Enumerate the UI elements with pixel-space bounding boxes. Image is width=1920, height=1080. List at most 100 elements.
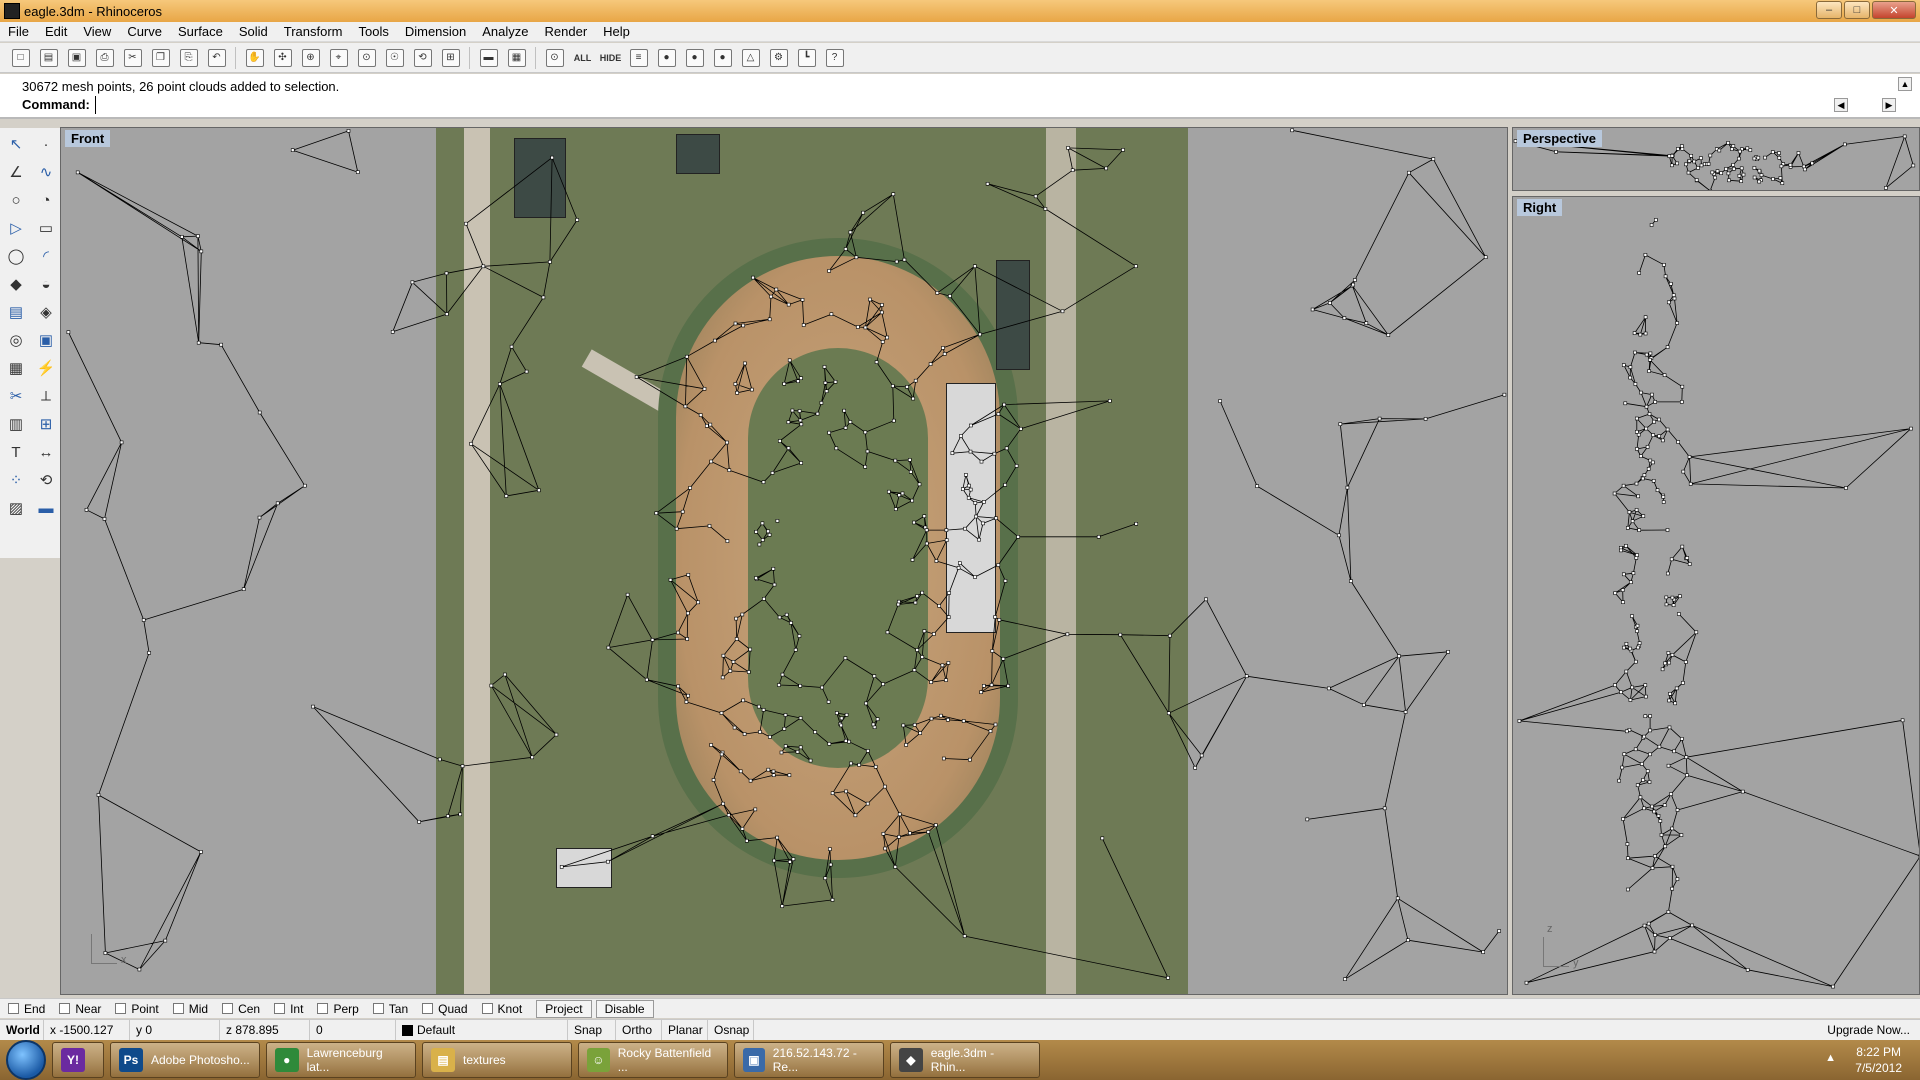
task-remote[interactable]: ▣ 216.52.143.72 - Re... (734, 1042, 884, 1078)
point-icon[interactable]: · (34, 132, 58, 156)
osnap-tan-checkbox[interactable] (372, 1003, 384, 1014)
menu-help[interactable]: Help (595, 24, 638, 39)
task-explorer[interactable]: ▤ textures (422, 1042, 572, 1078)
right-viewport-label[interactable]: Right (1517, 199, 1563, 216)
dimension-icon[interactable]: ↔ (34, 440, 58, 464)
analyze-icon[interactable]: ▨ (4, 496, 28, 520)
color-wheel-button[interactable]: ● (654, 45, 679, 70)
menu-curve[interactable]: Curve (119, 24, 170, 39)
patch-icon[interactable]: ◒ (34, 272, 58, 296)
osnap-point[interactable]: Point (115, 1002, 159, 1016)
zoom-dynamic-button[interactable]: ⊕ (298, 45, 323, 70)
osnap-int[interactable]: Int (274, 1002, 303, 1016)
group-icon[interactable]: ▥ (4, 412, 28, 436)
menu-transform[interactable]: Transform (276, 24, 351, 39)
tray-expand-icon[interactable]: ▲ (1825, 1052, 1836, 1064)
snap-toggle[interactable]: Snap (568, 1020, 616, 1040)
hide-button[interactable]: HIDE (598, 45, 623, 70)
project-button[interactable]: Project (536, 999, 592, 1018)
osnap-near-checkbox[interactable] (59, 1003, 71, 1014)
maximize-button[interactable]: □ (1844, 1, 1870, 19)
pan-button[interactable]: ✋ (242, 45, 267, 70)
cplane-indicator[interactable]: World (0, 1020, 44, 1040)
new-button[interactable]: □ (8, 45, 33, 70)
front-viewport[interactable]: Front x (60, 127, 1508, 995)
menu-file[interactable]: File (0, 24, 37, 39)
cylinder-icon[interactable]: ◎ (4, 328, 28, 352)
undo-view-button[interactable]: ⟲ (410, 45, 435, 70)
osnap-perp[interactable]: Perp (317, 1002, 359, 1016)
select-arrow-icon[interactable]: ↖ (4, 132, 28, 156)
fillet-icon[interactable]: ◜ (34, 244, 58, 268)
osnap-tan[interactable]: Tan (372, 1002, 408, 1016)
open-button[interactable]: ▤ (36, 45, 61, 70)
undo-button[interactable]: ↶ (204, 45, 229, 70)
task-chrome[interactable]: ● Lawrenceburg lat... (266, 1042, 416, 1078)
disable-button[interactable]: Disable (595, 999, 654, 1018)
layer-selector[interactable]: Default (396, 1020, 568, 1040)
osnap-mid-checkbox[interactable] (172, 1003, 184, 1014)
surface-icon[interactable]: ◆ (4, 272, 28, 296)
circle-icon[interactable]: ○ (4, 188, 28, 212)
osnap-near[interactable]: Near (59, 1002, 101, 1016)
task-yahoo[interactable]: Y! (52, 1042, 104, 1078)
scroll-left-icon[interactable]: ◀ (1834, 98, 1848, 112)
render-sphere-button[interactable]: ● (682, 45, 707, 70)
text-icon[interactable]: T (4, 440, 28, 464)
layers-button[interactable]: ≡ (626, 45, 651, 70)
planar-toggle[interactable]: Planar (662, 1020, 708, 1040)
dimension-button[interactable]: ┗ (794, 45, 819, 70)
polyline-icon[interactable]: ∠ (4, 160, 28, 184)
close-button[interactable]: ✕ (1872, 1, 1916, 19)
menu-dimension[interactable]: Dimension (397, 24, 474, 39)
menu-analyze[interactable]: Analyze (474, 24, 536, 39)
options-gear-button[interactable]: ⚙ (766, 45, 791, 70)
shaded-sphere-button[interactable]: ● (710, 45, 735, 70)
upgrade-link[interactable]: Upgrade Now... (1821, 1020, 1920, 1040)
osnap-toggle[interactable]: Osnap (708, 1020, 754, 1040)
car-button[interactable]: ▬ (476, 45, 501, 70)
task-rhino[interactable]: ◆ eagle.3dm - Rhin... (890, 1042, 1040, 1078)
curve-icon[interactable]: ∿ (34, 160, 58, 184)
polygon-icon[interactable]: ▷ (4, 216, 28, 240)
menu-surface[interactable]: Surface (170, 24, 231, 39)
task-photoshop[interactable]: Ps Adobe Photosho... (110, 1042, 260, 1078)
menu-tools[interactable]: Tools (350, 24, 396, 39)
edit-points-icon[interactable]: ⚡ (34, 356, 58, 380)
osnap-quad[interactable]: Quad (422, 1002, 468, 1016)
osnap-perp-checkbox[interactable] (317, 1003, 329, 1014)
command-input[interactable] (95, 96, 1815, 114)
copy-button[interactable]: ❐ (148, 45, 173, 70)
osnap-end-checkbox[interactable] (8, 1003, 19, 1014)
paste-button[interactable]: ⎘ (176, 45, 201, 70)
history-scroll-up-icon[interactable]: ▲ (1898, 77, 1912, 91)
osnap-quad-checkbox[interactable] (422, 1003, 434, 1014)
show-all-button[interactable]: ALL (570, 45, 595, 70)
render-icon[interactable]: ▬ (34, 496, 58, 520)
grid-object-button[interactable]: ▦ (504, 45, 529, 70)
osnap-cen-checkbox[interactable] (222, 1003, 234, 1014)
help-button[interactable]: ? (822, 45, 847, 70)
task-chat[interactable]: ☺ Rocky Battenfield ... (578, 1042, 728, 1078)
perspective-viewport[interactable]: Perspective (1512, 127, 1920, 191)
perspective-viewport-label[interactable]: Perspective (1517, 130, 1602, 147)
osnap-end[interactable]: End (8, 1002, 45, 1016)
array-icon[interactable]: ⁘ (4, 468, 28, 492)
scroll-right-icon[interactable]: ▶ (1882, 98, 1896, 112)
osnap-point-checkbox[interactable] (115, 1003, 127, 1014)
osnap-mid[interactable]: Mid (172, 1002, 208, 1016)
system-clock[interactable]: 8:22 PM 7/5/2012 (1855, 1044, 1902, 1076)
select-button[interactable]: ⊙ (542, 45, 567, 70)
start-button[interactable] (6, 1040, 46, 1080)
extrude-icon[interactable]: ▣ (34, 328, 58, 352)
mesh-icon[interactable]: ▦ (4, 356, 28, 380)
box-icon[interactable]: ▤ (4, 300, 28, 324)
cut-button[interactable]: ✂ (120, 45, 145, 70)
menu-view[interactable]: View (75, 24, 119, 39)
menu-render[interactable]: Render (537, 24, 596, 39)
properties-button[interactable]: △ (738, 45, 763, 70)
zoom-selected-button[interactable]: ☉ (382, 45, 407, 70)
rhino-app-icon[interactable] (4, 3, 20, 19)
four-viewports-button[interactable]: ⊞ (438, 45, 463, 70)
zoom-extents-button[interactable]: ⊙ (354, 45, 379, 70)
